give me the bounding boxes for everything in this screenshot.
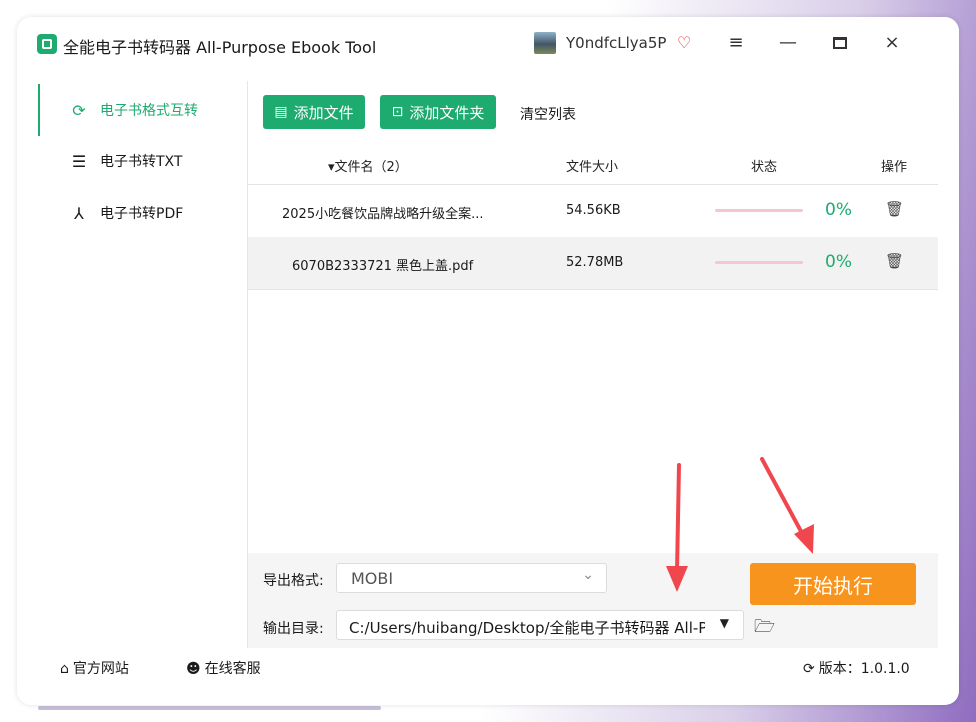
menu-icon[interactable]: ≡ [726,33,746,53]
chevron-down-icon: ⌄ [582,567,594,583]
column-header-name[interactable]: ▾文件名（2） [328,156,408,175]
refresh-icon: ⟳ [803,661,815,677]
username[interactable]: Y0ndfcLlya5P [566,34,666,52]
folder-add-icon: ⊡ [391,104,404,120]
add-folder-label: 添加文件夹 [409,103,485,122]
sidebar-item-to-pdf[interactable]: ⅄ 电子书转PDF [38,187,247,239]
start-button[interactable]: 开始执行 [750,563,916,605]
file-name: 6070B2333721 黑色上盖.pdf [292,259,474,274]
customer-service-icon: ☻ [186,661,201,677]
column-header-size: 文件大小 [566,160,619,175]
output-dir-select[interactable]: C:/Users/huibang/Desktop/全能电子书转码器 All-Pu… [336,610,744,640]
format-select[interactable]: MOBI ⌄ [336,563,607,593]
app-logo-icon [37,34,57,54]
version-label: 版本：1.0.1.0 [818,661,910,677]
column-header-action: 操作 [881,160,908,175]
progress-bar [715,261,803,264]
dropdown-arrow-icon: ▼ [719,616,729,630]
progress-percent: 0% [825,252,852,272]
clear-list-button[interactable]: 清空列表 [520,104,576,124]
output-dir-value: C:/Users/huibang/Desktop/全能电子书转码器 All-Pu [349,619,705,637]
vip-heart-icon[interactable]: ♡ [677,33,691,52]
sidebar-item-label: 电子书转TXT [100,154,183,170]
column-header-status: 状态 [751,160,778,175]
open-folder-icon[interactable]: 🗁 [754,614,775,643]
format-value: MOBI [351,569,394,588]
sidebar: ⟳ 电子书格式互转 ☰ 电子书转TXT ⅄ 电子书转PDF [38,81,248,648]
delete-icon[interactable]: 🗑 [885,252,904,270]
website-link[interactable]: ⌂ 官方网站 [60,658,129,678]
output-dir-label: 输出目录: [263,621,324,637]
file-size: 52.78MB [566,255,624,270]
add-file-label: 添加文件 [293,103,354,122]
close-icon[interactable]: × [882,33,902,53]
file-name: 2025小吃餐饮品牌战略升级全案... [282,207,482,222]
version-info[interactable]: ⟳ 版本：1.0.1.0 [803,658,910,678]
maximize-icon[interactable] [830,33,850,53]
sidebar-item-to-txt[interactable]: ☰ 电子书转TXT [38,135,247,187]
home-icon: ⌂ [60,661,69,677]
progress-bar [715,209,803,212]
online-service-link[interactable]: ☻ 在线客服 [186,658,261,678]
background-strip [38,706,381,710]
pdf-icon: ⅄ [74,203,84,223]
document-icon: ☰ [71,151,87,171]
sidebar-item-label: 电子书转PDF [100,206,184,222]
add-folder-button[interactable]: ⊡ 添加文件夹 [380,95,496,129]
delete-icon[interactable]: 🗑 [885,200,904,218]
website-label: 官方网站 [72,661,129,677]
status-bar: ⌂ 官方网站 ☻ 在线客服 ⟳ 版本：1.0.1.0 [38,648,938,686]
file-size: 54.56KB [566,203,621,218]
sidebar-item-label: 电子书格式互转 [100,103,198,119]
minimize-icon[interactable]: — [778,33,798,53]
format-label: 导出格式: [263,573,324,589]
file-add-icon: ▤ [274,104,288,120]
table-row[interactable]: 6070B2333721 黑色上盖.pdf 52.78MB 0% 🗑 [248,237,938,290]
sidebar-item-format-convert[interactable]: ⟳ 电子书格式互转 [38,84,247,136]
user-avatar[interactable] [534,32,556,54]
window-title: 全能电子书转码器 All-Purpose Ebook Tool [63,38,377,57]
add-file-button[interactable]: ▤ 添加文件 [263,95,365,129]
table-header: ▾文件名（2） 文件大小 状态 操作 [248,146,938,185]
service-label: 在线客服 [204,661,261,677]
refresh-icon: ⟳ [72,100,86,120]
table-row[interactable]: 2025小吃餐饮品牌战略升级全案... 54.56KB 0% 🗑 [248,185,938,238]
progress-percent: 0% [825,200,852,220]
